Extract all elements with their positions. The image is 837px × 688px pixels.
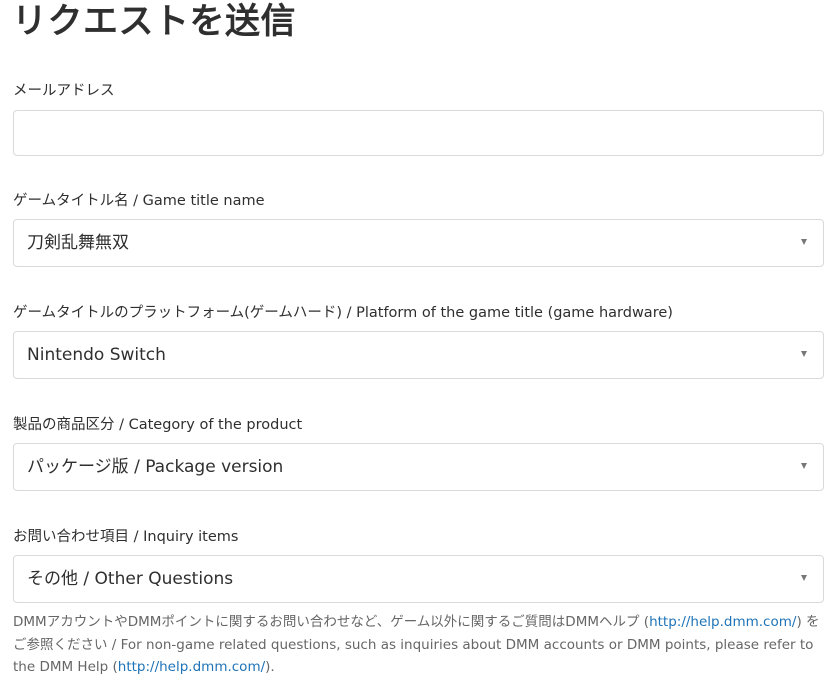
dmm-help-link[interactable]: http://help.dmm.com/ bbox=[649, 614, 796, 630]
product-category-label: 製品の商品区分 / Category of the product bbox=[13, 417, 303, 433]
inquiry-items-selected-value: その他 / Other Questions bbox=[27, 569, 234, 589]
platform-select[interactable]: Nintendo Switch bbox=[13, 331, 824, 379]
help-text-part-3: ). bbox=[265, 659, 275, 675]
page-title: リクエストを送信 bbox=[12, 2, 297, 42]
dmm-help-link[interactable]: http://help.dmm.com/ bbox=[118, 659, 265, 675]
platform-selected-value: Nintendo Switch bbox=[27, 345, 166, 365]
product-category-select[interactable]: パッケージ版 / Package version bbox=[13, 443, 824, 491]
email-label: メールアドレス bbox=[13, 83, 115, 99]
platform-label: ゲームタイトルのプラットフォーム(ゲームハード) / Platform of t… bbox=[13, 305, 673, 321]
game-title-label: ゲームタイトル名 / Game title name bbox=[13, 193, 265, 209]
help-text-part-1: DMMアカウントやDMMポイントに関するお問い合わせなど、ゲーム以外に関するご質… bbox=[13, 614, 650, 630]
game-title-selected-value: 刀剣乱舞無双 bbox=[27, 233, 129, 253]
game-title-select[interactable]: 刀剣乱舞無双 bbox=[13, 219, 824, 267]
chevron-down-icon bbox=[801, 239, 807, 245]
inquiry-help-text: DMMアカウントやDMMポイントに関するお問い合わせなど、ゲーム以外に関するご質… bbox=[13, 611, 824, 679]
request-form-page: リクエストを送信 メールアドレス ゲームタイトル名 / Game title n… bbox=[0, 0, 837, 688]
email-field[interactable] bbox=[13, 110, 824, 156]
inquiry-items-select[interactable]: その他 / Other Questions bbox=[13, 555, 824, 603]
product-category-selected-value: パッケージ版 / Package version bbox=[27, 457, 284, 477]
inquiry-items-label: お問い合わせ項目 / Inquiry items bbox=[13, 529, 239, 545]
chevron-down-icon bbox=[801, 463, 807, 469]
chevron-down-icon bbox=[801, 351, 807, 357]
chevron-down-icon bbox=[801, 575, 807, 581]
